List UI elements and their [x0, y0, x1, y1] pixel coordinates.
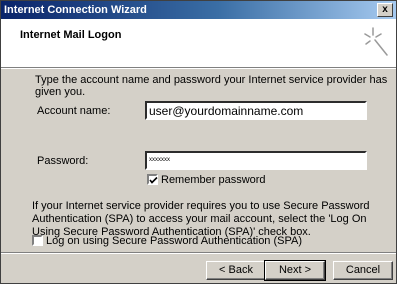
spa-checkbox-label[interactable]: Log on using Secure Password Authenticat…	[46, 235, 302, 247]
password-label: Password:	[37, 155, 89, 167]
next-button[interactable]: Next >	[264, 260, 326, 281]
account-name-input[interactable]: user@yourdomainname.com	[145, 101, 367, 120]
header-divider	[1, 68, 396, 69]
intro-text: Type the account name and password your …	[35, 74, 388, 98]
account-name-label: Account name:	[37, 105, 111, 117]
password-input[interactable]: xxxxxxx	[145, 151, 367, 170]
close-button[interactable]: x	[377, 3, 393, 17]
spa-checkbox[interactable]	[32, 235, 43, 246]
remember-password-label[interactable]: Remember password	[161, 174, 266, 186]
close-icon: x	[382, 4, 388, 15]
checkmark-icon	[149, 176, 158, 184]
spa-description: If your Internet service provider requir…	[32, 200, 370, 238]
wizard-sparkle-icon	[364, 27, 388, 56]
cancel-button[interactable]: Cancel	[333, 261, 393, 280]
page-title: Internet Mail Logon	[20, 29, 122, 41]
title-bar[interactable]: Internet Connection Wizard x	[1, 1, 396, 19]
wizard-window: Internet Connection Wizard x Internet Ma…	[0, 0, 397, 284]
window-title: Internet Connection Wizard	[4, 4, 147, 16]
footer-divider-highlight	[1, 253, 396, 254]
back-button[interactable]: < Back	[206, 261, 266, 280]
remember-password-checkbox[interactable]	[147, 174, 158, 185]
wizard-header: Internet Mail Logon	[1, 19, 396, 68]
